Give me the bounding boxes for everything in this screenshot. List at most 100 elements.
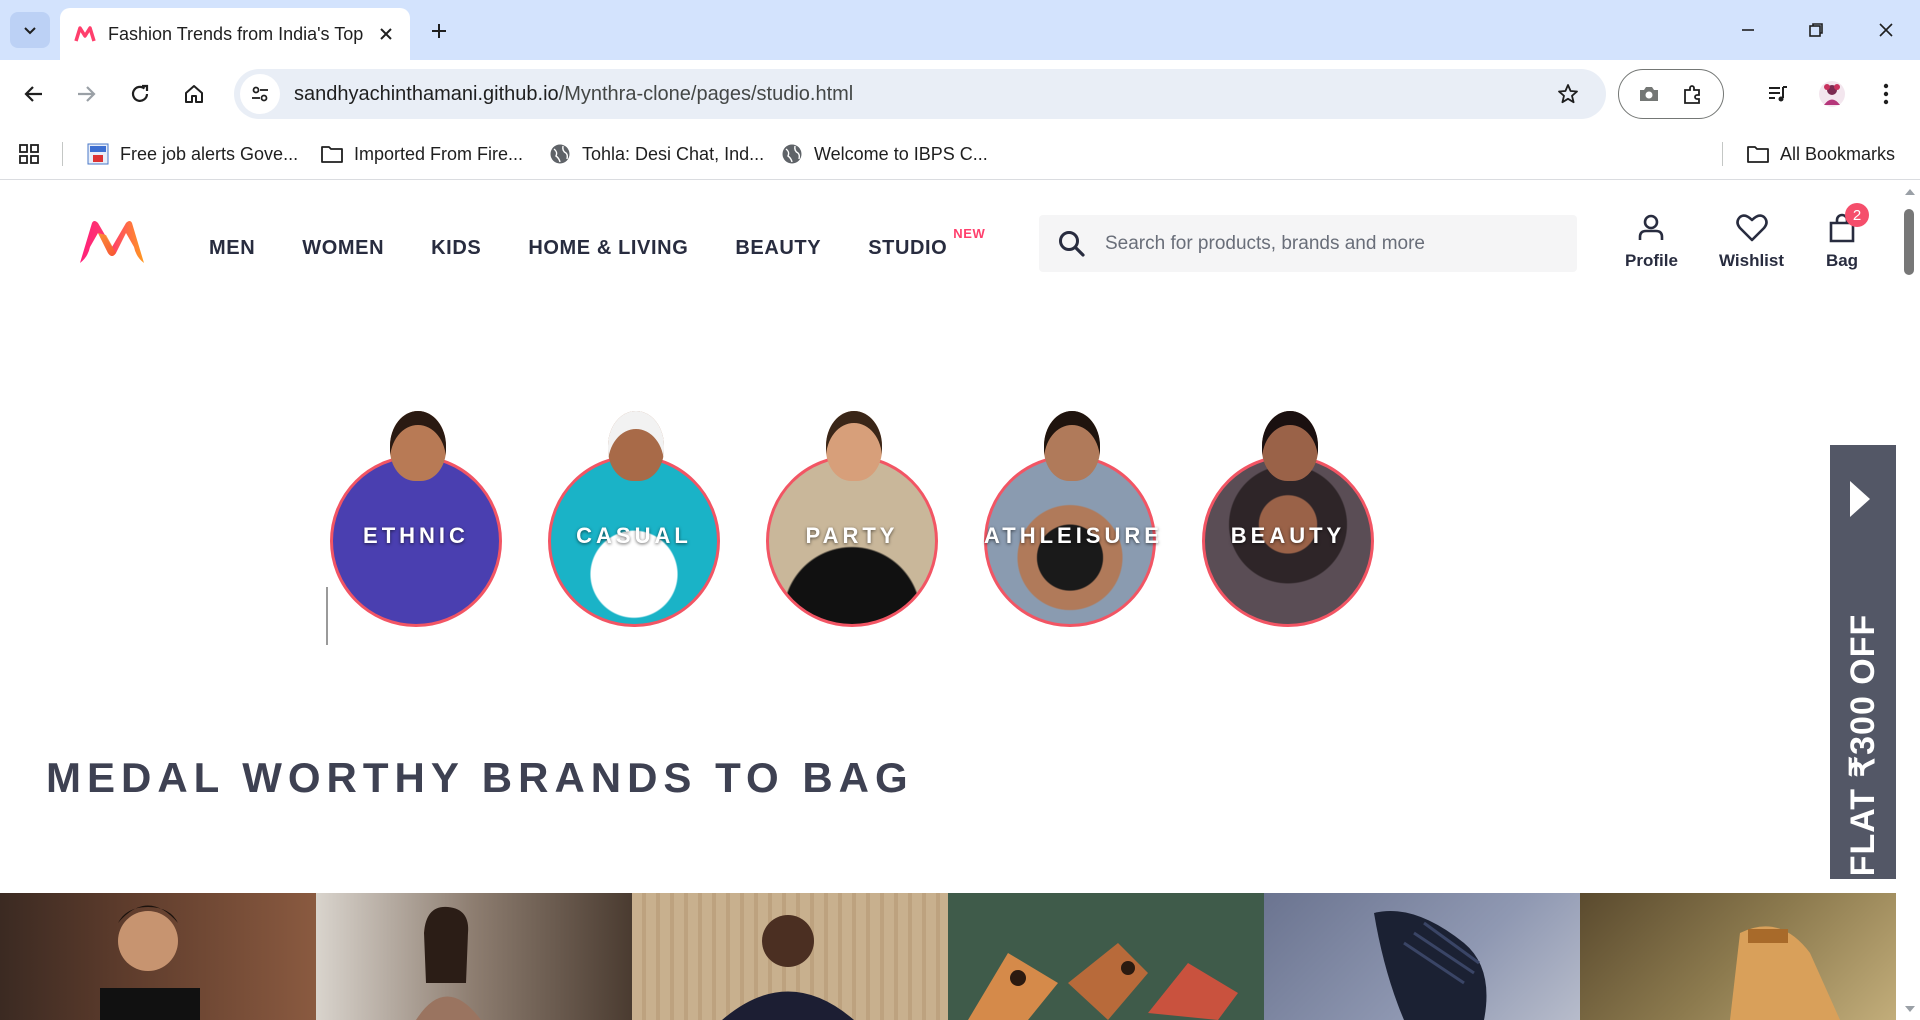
category-label: ATHLEISURE xyxy=(984,523,1163,548)
offer-side-tab[interactable]: FLAT ₹300 OFF xyxy=(1830,445,1896,879)
tune-icon xyxy=(252,86,268,102)
category-casual[interactable]: CASUAL xyxy=(544,411,720,627)
brand-image xyxy=(100,905,200,1020)
category-label: BEAUTY xyxy=(1230,523,1346,548)
myntra-logo[interactable] xyxy=(76,217,148,267)
brand-image xyxy=(632,893,948,1020)
forward-button[interactable] xyxy=(66,74,106,114)
extensions-pill xyxy=(1618,69,1724,119)
section-title: MEDAL WORTHY BRANDS TO BAG xyxy=(46,754,914,801)
menu-button[interactable] xyxy=(1866,74,1906,114)
nav-item-women[interactable]: WOMEN xyxy=(302,237,384,260)
restore-icon xyxy=(1809,23,1823,37)
minimize-button[interactable] xyxy=(1728,14,1768,46)
forward-arrow-icon xyxy=(78,86,96,102)
profile-button[interactable]: Profile xyxy=(1625,211,1678,271)
url-text: sandhyachinthamani.github.io/Mynthra-clo… xyxy=(294,83,1548,106)
search-icon[interactable] xyxy=(1055,227,1089,261)
category-label: CASUAL xyxy=(576,523,692,548)
bookmark-label: Tohla: Desi Chat, Ind... xyxy=(582,143,765,164)
bookmarks-bar: Free job alerts Gove... Imported From Fi… xyxy=(0,128,1920,180)
reload-icon xyxy=(131,84,149,102)
close-window-button[interactable] xyxy=(1866,14,1906,46)
brand-tiles xyxy=(0,893,1898,1020)
brand-image xyxy=(1374,911,1487,1020)
category-party[interactable]: PARTY xyxy=(762,411,938,627)
main-nav: MEN WOMEN KIDS HOME & LIVING BEAUTY STUD… xyxy=(209,226,994,260)
model-head xyxy=(1262,411,1318,481)
model-head xyxy=(608,411,664,481)
apps-grid-icon xyxy=(19,144,39,164)
nav-item-men[interactable]: MEN xyxy=(209,237,255,260)
site-info-button[interactable] xyxy=(240,74,280,114)
bookmark-item-jobs[interactable]: Free job alerts Gove... xyxy=(86,138,298,170)
brand-tile[interactable] xyxy=(0,893,316,1020)
brand-image xyxy=(968,943,1238,1020)
nav-item-studio-label: STUDIO xyxy=(868,237,948,259)
tab-close-icon[interactable] xyxy=(374,22,398,46)
search-bar xyxy=(1039,215,1577,272)
all-bookmarks-button[interactable]: All Bookmarks xyxy=(1746,138,1895,170)
url-path: /Mynthra-clone/pages/studio.html xyxy=(558,82,854,105)
scroll-thumb[interactable] xyxy=(1904,209,1914,275)
chevron-down-icon xyxy=(24,27,36,35)
page-scrollbar[interactable] xyxy=(1900,181,1920,1020)
brand-tile[interactable] xyxy=(1264,893,1580,1020)
nav-item-home-living[interactable]: HOME & LIVING xyxy=(528,237,688,260)
site-header: MEN WOMEN KIDS HOME & LIVING BEAUTY STUD… xyxy=(0,181,1900,281)
bookmark-item-ibps[interactable]: Welcome to IBPS C... xyxy=(780,138,988,170)
scroll-up-icon[interactable] xyxy=(1905,189,1915,195)
category-circles: ETHNIC CASUAL PARTY ATHLEISURE BEAUTY xyxy=(326,411,1416,641)
category-label: PARTY xyxy=(805,523,899,548)
bookmarks-divider xyxy=(1722,142,1723,166)
wishlist-label: Wishlist xyxy=(1719,251,1785,270)
brand-tile[interactable] xyxy=(948,893,1264,1020)
puzzle-icon[interactable] xyxy=(1681,82,1705,106)
wishlist-button[interactable]: Wishlist xyxy=(1719,211,1784,271)
nav-item-beauty[interactable]: BEAUTY xyxy=(735,237,821,260)
model-head xyxy=(390,411,446,481)
profile-avatar-button[interactable] xyxy=(1812,74,1852,114)
brand-tile[interactable] xyxy=(632,893,948,1020)
all-bookmarks-label: All Bookmarks xyxy=(1780,143,1896,164)
bookmark-item-tohla[interactable]: Tohla: Desi Chat, Ind... xyxy=(548,138,764,170)
plus-icon xyxy=(432,24,446,38)
bookmark-star-button[interactable] xyxy=(1548,74,1588,114)
scroll-down-icon[interactable] xyxy=(1905,1006,1915,1012)
myntra-favicon-icon xyxy=(74,26,96,42)
web-page: MEN WOMEN KIDS HOME & LIVING BEAUTY STUD… xyxy=(0,181,1900,1020)
restore-button[interactable] xyxy=(1796,14,1836,46)
kebab-menu-icon xyxy=(1883,83,1889,105)
bookmark-item-imported[interactable]: Imported From Fire... xyxy=(320,138,523,170)
category-label: ETHNIC xyxy=(363,523,469,548)
profile-icon xyxy=(1634,211,1668,245)
tab-search-button[interactable] xyxy=(10,12,50,48)
active-tab[interactable]: Fashion Trends from India's Top xyxy=(60,8,410,60)
bag-button[interactable]: 2 Bag xyxy=(1825,203,1869,271)
browser-tab-bar: Fashion Trends from India's Top xyxy=(0,0,1920,60)
nav-item-studio[interactable]: STUDIO NEW xyxy=(868,226,985,260)
reload-button[interactable] xyxy=(120,74,160,114)
folder-icon xyxy=(320,142,344,166)
category-beauty[interactable]: BEAUTY xyxy=(1198,411,1374,627)
address-bar[interactable]: sandhyachinthamani.github.io/Mynthra-clo… xyxy=(234,69,1606,119)
home-button[interactable] xyxy=(174,74,214,114)
star-icon xyxy=(1558,84,1578,104)
back-arrow-icon xyxy=(24,86,42,102)
avatar-icon xyxy=(1819,81,1845,107)
search-input[interactable] xyxy=(1105,232,1545,255)
apps-button[interactable] xyxy=(18,138,40,170)
nav-item-kids[interactable]: KIDS xyxy=(431,237,481,260)
brand-tile[interactable] xyxy=(1580,893,1896,1020)
bag-count-badge: 2 xyxy=(1845,203,1869,227)
bookmark-label: Free job alerts Gove... xyxy=(120,143,299,164)
camera-icon[interactable] xyxy=(1637,82,1661,106)
url-host: sandhyachinthamani.github.io xyxy=(294,82,559,105)
back-button[interactable] xyxy=(14,74,54,114)
brand-tile[interactable] xyxy=(316,893,632,1020)
category-athleisure[interactable]: ATHLEISURE xyxy=(980,411,1163,627)
new-tab-button[interactable] xyxy=(424,16,454,46)
browser-toolbar: sandhyachinthamani.github.io/Mynthra-clo… xyxy=(0,60,1920,128)
media-control-button[interactable] xyxy=(1758,74,1798,114)
category-ethnic[interactable]: ETHNIC xyxy=(326,411,502,627)
